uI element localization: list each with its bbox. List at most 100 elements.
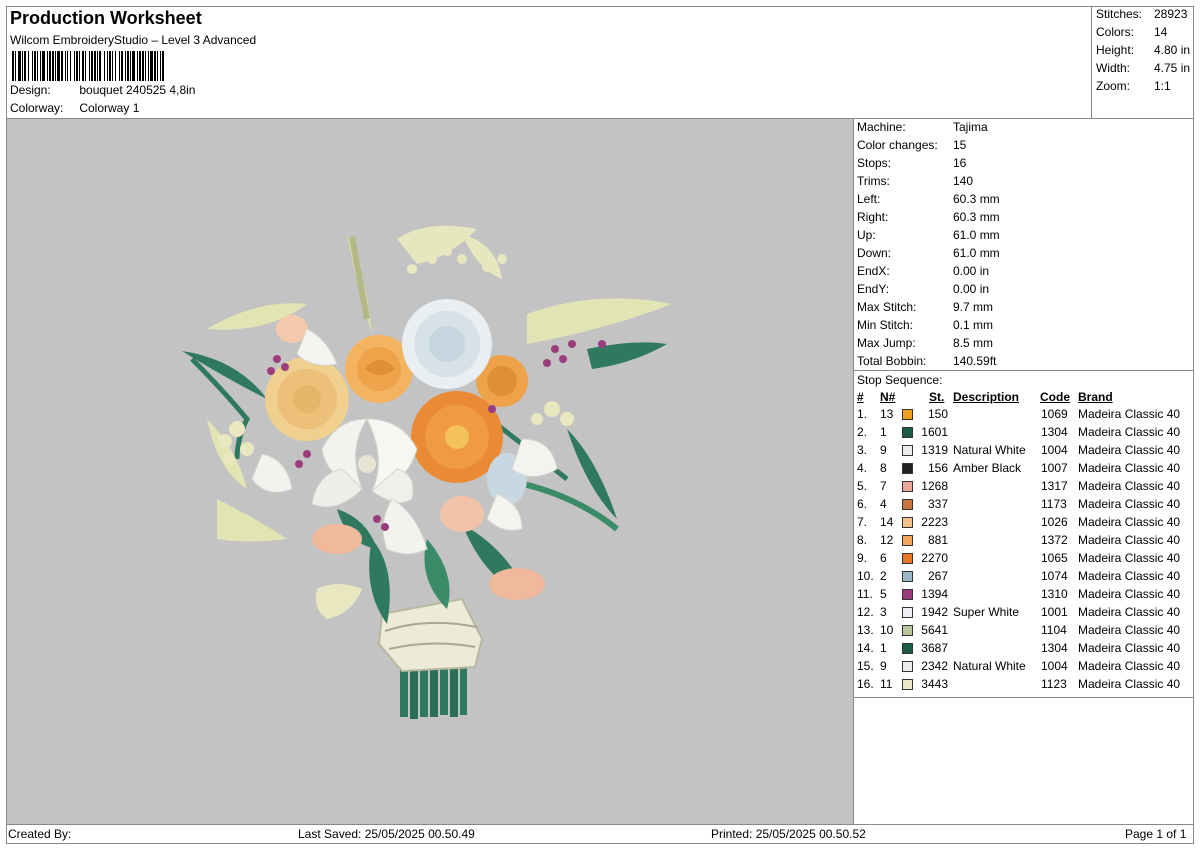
bouquet-wrap	[377, 597, 484, 673]
stitch-count: 2270	[921, 551, 948, 565]
stop-sequence-row: 12. 3 1942 Super White 1001 Madeira Classic 4…	[854, 605, 1194, 623]
summary-label: Stitches:	[1096, 7, 1143, 21]
thread-color-swatch	[902, 427, 913, 438]
thread-code: 1001	[1041, 605, 1068, 619]
bouquet-embroidery-image	[182, 225, 672, 719]
stitch-count: 1268	[921, 479, 948, 493]
machine-info-label: Min Stitch:	[857, 318, 914, 332]
stitch-count: 156	[927, 461, 948, 475]
machine-info-label: Right:	[857, 210, 889, 224]
thread-brand: Madeira Classic 40	[1078, 533, 1181, 547]
machine-info-label: EndY:	[857, 282, 890, 296]
thread-brand: Madeira Classic 40	[1078, 551, 1181, 565]
thread-brand: Madeira Classic 40	[1078, 479, 1181, 493]
machine-info-row: Down: 61.0 mm	[857, 246, 1000, 260]
stop-sequence-row: 14. 1 3687 1304 Madeira Classic 40	[854, 641, 1194, 659]
machine-info-label: Trims:	[857, 174, 890, 188]
stop-sequence-row: 2. 1 1601 1304 Madeira Classic 40	[854, 425, 1194, 443]
thread-code: 1317	[1041, 479, 1068, 493]
stitch-count: 5641	[921, 623, 948, 637]
thread-code: 1123	[1041, 677, 1067, 691]
thread-description: Amber Black	[953, 461, 1022, 475]
needle-number: 1	[880, 641, 887, 655]
stop-sequence-row: 13. 10 5641 1104 Madeira Classic 40	[854, 623, 1194, 641]
thread-brand: Madeira Classic 40	[1078, 461, 1181, 475]
thread-color-swatch	[902, 571, 913, 582]
stitch-count: 1319	[921, 443, 948, 457]
row-number: 7.	[857, 515, 868, 529]
thread-color-swatch	[902, 445, 913, 456]
needle-number: 11	[880, 677, 893, 691]
stitch-count: 337	[927, 497, 948, 511]
thread-code: 1074	[1041, 569, 1068, 583]
row-number: 6.	[857, 497, 868, 511]
thread-color-swatch	[902, 589, 913, 600]
summary-label: Colors:	[1096, 25, 1135, 39]
machine-info-value: 60.3 mm	[953, 210, 1000, 224]
col-header-stitches: St.	[929, 390, 945, 404]
thread-brand: Madeira Classic 40	[1078, 497, 1181, 511]
stop-sequence-row: 15. 9 2342 Natural White 1004 Madeira Classic…	[854, 659, 1194, 677]
needle-number: 9	[880, 659, 887, 673]
col-header-description: Description	[953, 390, 1020, 404]
machine-info-value: 16	[953, 156, 967, 170]
machine-info-row: Total Bobbin: 140.59ft	[857, 354, 996, 368]
cream-mum	[265, 357, 349, 441]
machine-info-row: EndX: 0.00 in	[857, 264, 989, 278]
thread-code: 1310	[1041, 587, 1068, 601]
needle-number: 1	[880, 425, 887, 439]
machine-info-row: Max Jump: 8.5 mm	[857, 336, 993, 350]
row-number: 5.	[857, 479, 868, 493]
stop-sequence-row: 8. 12 881 1372 Madeira Classic 40	[854, 533, 1194, 551]
col-header-brand: Brand	[1078, 390, 1113, 404]
machine-info-label: Up:	[857, 228, 876, 242]
stop-sequence-row: 9. 6 2270 1065 Madeira Classic 40	[854, 551, 1194, 569]
machine-info-row: Stops: 16	[857, 156, 966, 170]
summary-stitches: Stitches: 28923	[1096, 7, 1187, 21]
worksheet-footer: Created By: Last Saved: 25/05/2025 00.50…	[6, 824, 1194, 844]
stitch-count: 2223	[921, 515, 948, 529]
machine-info-label: Max Stitch:	[857, 300, 917, 314]
stop-sequence-row: 3. 9 1319 Natural White 1004 Madeira Classic …	[854, 443, 1194, 461]
col-header-needle: N#	[880, 390, 896, 404]
needle-number: 14	[880, 515, 894, 529]
leaf	[424, 539, 450, 609]
summary-label: Height:	[1096, 43, 1135, 57]
row-number: 4.	[857, 461, 868, 475]
stitch-count: 3687	[921, 641, 948, 655]
worksheet-header: Production Worksheet Wilcom EmbroiderySt…	[6, 6, 1091, 118]
stitch-count: 1601	[921, 425, 948, 439]
summary-label: Width:	[1096, 61, 1131, 75]
thread-code: 1026	[1041, 515, 1068, 529]
stop-sequence-row: 5. 7 1268 1317 Madeira Classic 40	[854, 479, 1194, 497]
printed-date: Printed: 25/05/2025 00.50.52	[711, 827, 866, 841]
machine-info-value: 60.3 mm	[953, 192, 1000, 206]
stop-sequence-row: 6. 4 337 1173 Madeira Classic 40	[854, 497, 1194, 515]
stop-sequence-row: 1. 13 150 1069 Madeira Classic 40	[854, 407, 1194, 425]
thread-color-swatch	[902, 517, 913, 528]
stitch-count: 150	[927, 407, 948, 421]
sequence-bottom-divider	[853, 697, 1194, 698]
thread-code: 1065	[1041, 551, 1068, 565]
machine-info-value: Tajima	[953, 120, 988, 134]
summary-value: 4.75 in	[1154, 61, 1191, 75]
machine-info-label: EndX:	[857, 264, 890, 278]
machine-info-row: Max Stitch: 9.7 mm	[857, 300, 993, 314]
colorway-row: Colorway: Colorway 1	[10, 101, 139, 115]
thread-brand: Madeira Classic 40	[1078, 677, 1181, 691]
needle-number: 12	[880, 533, 894, 547]
info-divider	[853, 370, 1194, 371]
thread-code: 1069	[1041, 407, 1068, 421]
machine-info-value: 61.0 mm	[953, 246, 1000, 260]
thread-brand: Madeira Classic 40	[1078, 623, 1181, 637]
summary-colors: Colors: 14	[1096, 25, 1167, 39]
colorway-value: Colorway 1	[79, 101, 140, 115]
thread-brand: Madeira Classic 40	[1078, 605, 1181, 619]
thread-brand: Madeira Classic 40	[1078, 659, 1181, 673]
needle-number: 4	[880, 497, 887, 511]
row-number: 3.	[857, 443, 868, 457]
thread-brand: Madeira Classic 40	[1078, 587, 1181, 601]
design-label: Design:	[10, 83, 51, 97]
machine-info-value: 140.59ft	[953, 354, 997, 368]
summary-value: 4.80 in	[1154, 43, 1191, 57]
